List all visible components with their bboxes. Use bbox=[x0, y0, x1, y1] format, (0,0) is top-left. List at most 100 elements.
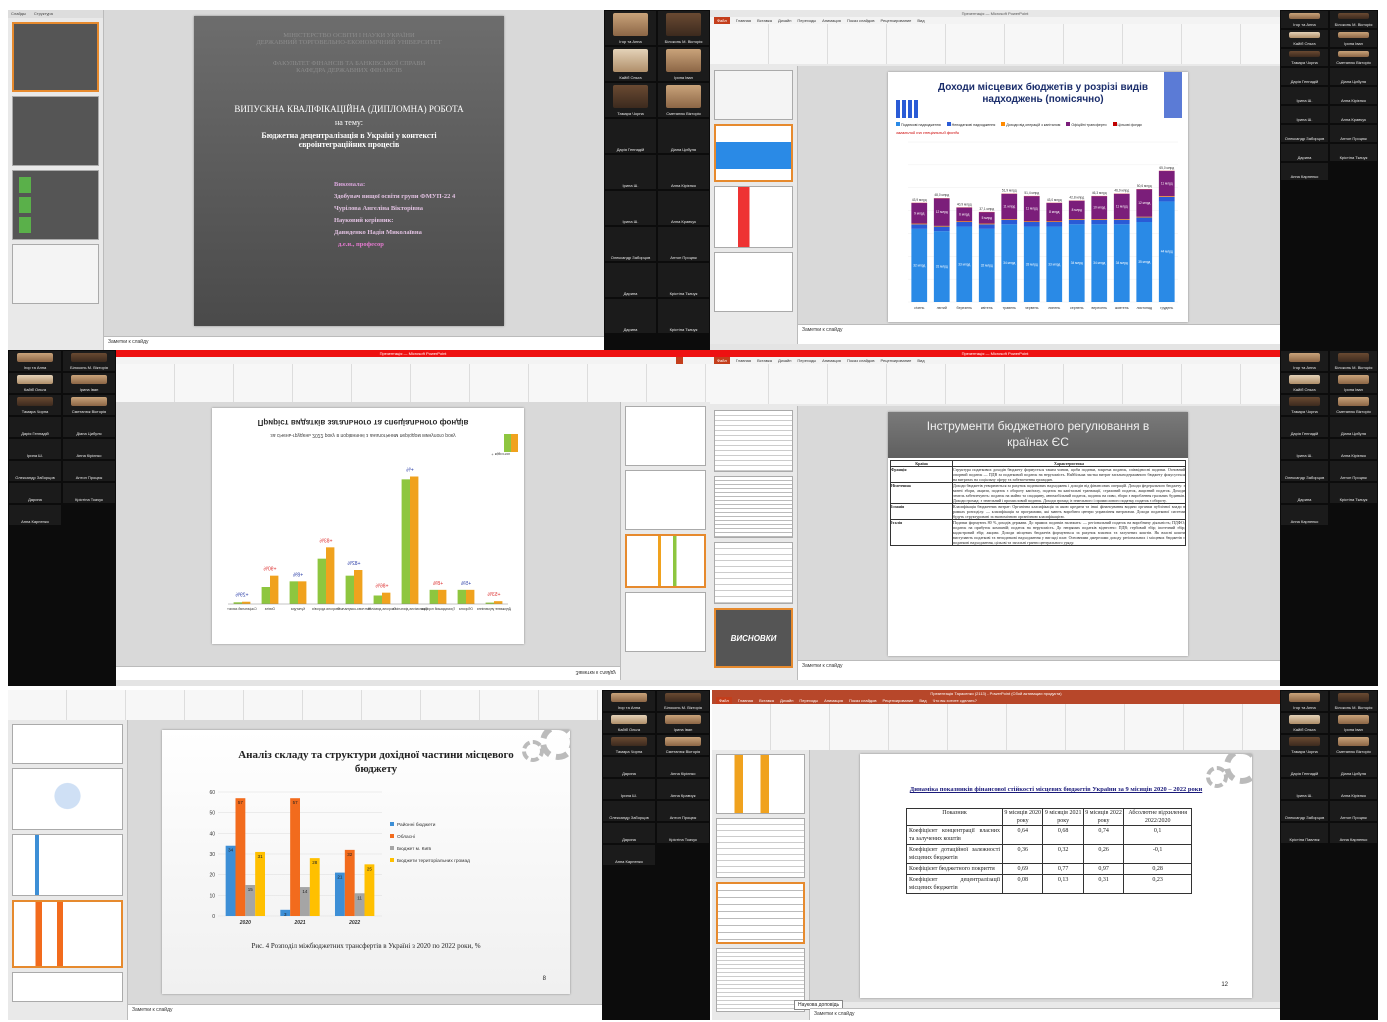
participant-tile[interactable]: Анна Карпенко bbox=[9, 505, 61, 525]
ribbon[interactable]: Презентація — Microsoft PowerPoint Файл Г… bbox=[710, 10, 1280, 64]
participant-tile[interactable]: Ігор та Анна bbox=[603, 691, 655, 711]
participant-tile[interactable]: Діана Цибуля bbox=[63, 417, 115, 437]
participant-tile[interactable]: Анна Кірієнко bbox=[1330, 779, 1377, 799]
participant-tile[interactable]: Ігор та Анна bbox=[9, 351, 61, 371]
participant-tile[interactable]: Тамара Чорна bbox=[603, 735, 655, 755]
ribbon-tab[interactable]: Дизайн bbox=[780, 697, 793, 704]
participant-tile[interactable]: Антон Процюк bbox=[1330, 461, 1377, 481]
thumbnail-b[interactable] bbox=[714, 476, 793, 538]
thumbnail-c[interactable] bbox=[714, 186, 793, 248]
ribbon-tab[interactable]: Показ слайдов bbox=[847, 17, 875, 24]
participant-tile[interactable]: Кайіб Ольга bbox=[1281, 713, 1328, 733]
tab-outline[interactable]: Структура bbox=[34, 10, 53, 18]
thumbnail-4[interactable] bbox=[12, 244, 99, 304]
participant-tile[interactable]: Ірина Ш. bbox=[605, 191, 656, 225]
participant-tile[interactable]: Тамара Чорна bbox=[1281, 49, 1328, 66]
slide-thumbnails[interactable]: ВИСНОВКИ bbox=[710, 406, 798, 686]
participant-tile[interactable]: Дарія Геннадій bbox=[1281, 68, 1328, 85]
participant-tile[interactable]: Кайіб Ольга bbox=[603, 713, 655, 733]
participant-tile[interactable]: Анна Кірієнко bbox=[1330, 439, 1377, 459]
participant-tile[interactable]: Анна Карпенко bbox=[1330, 823, 1377, 843]
ribbon-groups[interactable] bbox=[710, 24, 1280, 64]
thumbnail-a[interactable] bbox=[625, 406, 706, 466]
participant-tile[interactable]: Дарина bbox=[1281, 144, 1328, 161]
thumbnail-d[interactable] bbox=[716, 948, 805, 1012]
participant-tile[interactable]: Дарина bbox=[605, 299, 656, 333]
ribbon-tab[interactable]: Вставка bbox=[757, 17, 772, 24]
participant-tile[interactable]: Дарина bbox=[1281, 483, 1328, 503]
thumbnail-c[interactable] bbox=[625, 534, 706, 588]
participant-tile[interactable]: Анна Кравчук bbox=[657, 779, 709, 799]
ribbon-tab[interactable]: Рецензирование bbox=[883, 697, 914, 704]
ribbon-tab[interactable]: Что вы хотите сделать? bbox=[933, 697, 977, 704]
ribbon-tab[interactable]: Анимация bbox=[822, 17, 841, 24]
ribbon-tab[interactable]: Переходы bbox=[799, 697, 818, 704]
thumbnail-2[interactable] bbox=[12, 96, 99, 166]
notes-pane[interactable]: Заметки к слайду bbox=[798, 324, 1280, 344]
participant-tile[interactable]: Ірина Ш. bbox=[1281, 779, 1328, 799]
participant-tile[interactable]: Білоконь М. Вікторія bbox=[658, 11, 709, 45]
ribbon-tab[interactable]: Рецензирование bbox=[881, 17, 912, 24]
thumbnail-a[interactable] bbox=[12, 724, 123, 764]
participant-tile[interactable]: Дарія Геннадій bbox=[605, 119, 656, 153]
participant-tile[interactable]: Діана Цибуля bbox=[658, 119, 709, 153]
ribbon-groups[interactable] bbox=[710, 364, 1280, 404]
thumbnail-a[interactable] bbox=[714, 410, 793, 472]
participant-tile[interactable]: Анна Кірієнко bbox=[63, 439, 115, 459]
thumbnail-d[interactable] bbox=[714, 252, 793, 312]
participant-tile[interactable]: Ірина Ш. bbox=[605, 155, 656, 189]
participant-tile[interactable]: Тамара Чорна bbox=[1281, 395, 1328, 415]
participant-tile[interactable]: Тамара Чорна bbox=[1281, 735, 1328, 755]
notes-pane[interactable]: Заметки к слайду bbox=[104, 336, 604, 350]
participant-tile[interactable]: Ірина Ш. bbox=[9, 439, 61, 459]
participant-tile[interactable]: Олександр Заборцов bbox=[1281, 125, 1328, 142]
notes-pane[interactable]: Заметки к слайду bbox=[810, 1008, 1280, 1020]
participant-tile[interactable]: Кайіб Ольга bbox=[9, 373, 61, 393]
ribbon[interactable]: Презентація Тарасенко (2113) - PowerPoin… bbox=[712, 690, 1280, 750]
ribbon-tab[interactable]: Вид bbox=[919, 697, 926, 704]
notes-pane[interactable]: Заметки к слайду bbox=[798, 660, 1280, 680]
participant-tile[interactable]: Сметанюк Вікторія bbox=[1330, 49, 1377, 66]
thumbnail-1[interactable] bbox=[12, 22, 99, 92]
thumbnail-b[interactable] bbox=[716, 818, 805, 878]
participant-tile[interactable]: Ірина Іван bbox=[1330, 373, 1377, 393]
thumbnail-c[interactable] bbox=[716, 882, 805, 944]
participant-tile[interactable]: Анна Кірієнко bbox=[1330, 87, 1377, 104]
ribbon-tab[interactable]: Файл bbox=[714, 357, 730, 364]
slide-thumbnails[interactable]: Слайды Структура bbox=[8, 10, 104, 350]
participant-tile[interactable]: Ірина Ш. bbox=[1281, 87, 1328, 104]
ribbon-tab[interactable]: Рецензирование bbox=[881, 357, 912, 364]
participant-tile[interactable]: Крістіна Ткачук bbox=[657, 823, 709, 843]
participant-tile[interactable]: Ірина Ш. bbox=[1281, 106, 1328, 123]
ribbon-tab[interactable]: Вид bbox=[917, 17, 924, 24]
slide-thumbnails[interactable] bbox=[710, 66, 798, 350]
participant-tile[interactable]: Діана Цибуля bbox=[1330, 417, 1377, 437]
participant-tile[interactable]: Білоконь М. Вікторія bbox=[1330, 351, 1377, 371]
slide-thumbnails[interactable] bbox=[8, 720, 128, 1020]
ribbon-groups[interactable] bbox=[116, 364, 710, 402]
participant-tile[interactable]: Дарина bbox=[9, 483, 61, 503]
participant-tile[interactable]: Ірина Іван bbox=[1330, 30, 1377, 47]
participant-tile[interactable]: Олександр Заборцов bbox=[1281, 801, 1328, 821]
thumbnail-e[interactable] bbox=[12, 972, 123, 1002]
participant-tile[interactable]: Антон Процюк bbox=[1330, 801, 1377, 821]
ribbon-groups[interactable] bbox=[712, 704, 1280, 750]
ribbon-tab[interactable]: Вставка bbox=[759, 697, 774, 704]
thumbnail-a[interactable] bbox=[714, 70, 793, 120]
participant-tile[interactable]: Дарія Геннадій bbox=[9, 417, 61, 437]
participant-tile[interactable]: Крістіна Ткачук bbox=[658, 299, 709, 333]
participant-tile[interactable]: Діана Цибуля bbox=[1330, 68, 1377, 85]
participant-tile[interactable]: Антон Процюк bbox=[63, 461, 115, 481]
participant-tile[interactable]: Тамара Чорна bbox=[605, 83, 656, 117]
participant-tile[interactable]: Сметанюк Вікторія bbox=[1330, 735, 1377, 755]
participant-tile[interactable]: Анна Кірієнко bbox=[658, 155, 709, 189]
participant-tile[interactable]: Дарина bbox=[603, 823, 655, 843]
ribbon-tabs[interactable]: Файл Главная Вставка Дизайн Переходы Анимация… bbox=[712, 697, 1280, 704]
participant-tile[interactable]: Ігор та Анна bbox=[605, 11, 656, 45]
thumbnail-c[interactable] bbox=[12, 834, 123, 896]
participant-tile[interactable]: Кайіб Ольга bbox=[1281, 30, 1328, 47]
ribbon-tabs[interactable]: Файл Главная Вставка Дизайн Переходы Анимация… bbox=[710, 17, 1280, 24]
ribbon-tab[interactable]: Файл bbox=[714, 17, 730, 24]
participant-tile[interactable]: Анна Карпенко bbox=[1281, 505, 1328, 525]
participant-tile[interactable]: Білоконь М. Вікторія bbox=[657, 691, 709, 711]
